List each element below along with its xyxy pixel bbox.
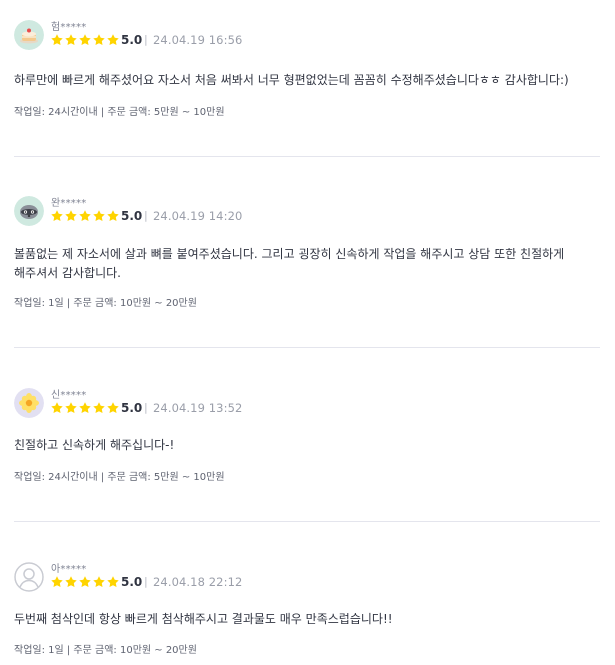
review-content: 친절하고 신속하게 해주십니다-! xyxy=(14,438,175,452)
review-content: 하루만에 빠르게 해주셨어요 자소서 처음 써봐서 너무 형편없었는데 꼼꼼히 … xyxy=(14,73,569,87)
star-rating xyxy=(50,575,120,589)
review-meta: 작업일: 24시간이내 | 주문 금액: 5만원 ~ 10만원 xyxy=(14,472,225,483)
review-header: 험***** 5.0 | 24.04.19 16:56 xyxy=(14,20,594,54)
review-date: 24.04.18 22:12 xyxy=(153,575,243,589)
review-meta: 작업일: 1일 | 주문 금액: 10만원 ~ 20만원 xyxy=(14,645,197,656)
divider xyxy=(14,347,600,348)
star-icon xyxy=(107,34,119,46)
reviewer-name: 험***** xyxy=(51,22,87,33)
star-rating xyxy=(50,33,120,47)
star-icon xyxy=(107,576,119,588)
flower-avatar-icon[interactable] xyxy=(14,388,44,418)
star-icon xyxy=(65,34,77,46)
review-date: 24.04.19 16:56 xyxy=(153,33,243,47)
reviewer-name: 아***** xyxy=(51,564,87,575)
rating-score: 5.0 xyxy=(121,209,143,223)
rating-score: 5.0 xyxy=(121,575,143,589)
separator: | xyxy=(144,33,148,46)
star-icon xyxy=(65,210,77,222)
review-date: 24.04.19 13:52 xyxy=(153,401,243,415)
star-icon xyxy=(79,402,91,414)
star-icon xyxy=(65,576,77,588)
rating-score: 5.0 xyxy=(121,401,143,415)
separator: | xyxy=(144,575,148,588)
separator: | xyxy=(144,401,148,414)
review-header: 아***** 5.0 | 24.04.18 22:12 xyxy=(14,562,594,596)
star-icon xyxy=(93,576,105,588)
star-rating xyxy=(50,401,120,415)
raccoon-avatar-icon[interactable] xyxy=(14,196,44,226)
star-icon xyxy=(93,210,105,222)
star-icon xyxy=(107,402,119,414)
review-meta: 작업일: 1일 | 주문 금액: 10만원 ~ 20만원 xyxy=(14,298,197,309)
divider xyxy=(14,521,600,522)
star-icon xyxy=(107,210,119,222)
review-header: 신***** 5.0 | 24.04.19 13:52 xyxy=(14,388,594,422)
star-rating xyxy=(50,209,120,223)
reviewer-name: 신***** xyxy=(51,390,87,401)
star-icon xyxy=(51,402,63,414)
review-meta: 작업일: 24시간이내 | 주문 금액: 5만원 ~ 10만원 xyxy=(14,107,225,118)
review-date: 24.04.19 14:20 xyxy=(153,209,243,223)
star-icon xyxy=(79,210,91,222)
review-content: 두번째 첨삭인데 항상 빠르게 첨삭해주시고 결과물도 매우 만족스럽습니다!! xyxy=(14,612,393,626)
rating-score: 5.0 xyxy=(121,33,143,47)
star-icon xyxy=(51,576,63,588)
star-icon xyxy=(51,34,63,46)
star-icon xyxy=(93,402,105,414)
review-content: 볼품없는 제 자소서에 살과 뼈를 붙여주셨습니다. 그리고 굉장히 신속하게 … xyxy=(14,247,565,280)
star-icon xyxy=(65,402,77,414)
cake-avatar-icon[interactable] xyxy=(14,20,44,50)
separator: | xyxy=(144,209,148,222)
star-icon xyxy=(79,34,91,46)
star-icon xyxy=(93,34,105,46)
divider xyxy=(14,156,600,157)
review-header: 완***** 5.0 | 24.04.19 14:20 xyxy=(14,196,594,230)
default-user-avatar-icon[interactable] xyxy=(14,562,44,592)
star-icon xyxy=(79,576,91,588)
reviewer-name: 완***** xyxy=(51,198,87,209)
star-icon xyxy=(51,210,63,222)
